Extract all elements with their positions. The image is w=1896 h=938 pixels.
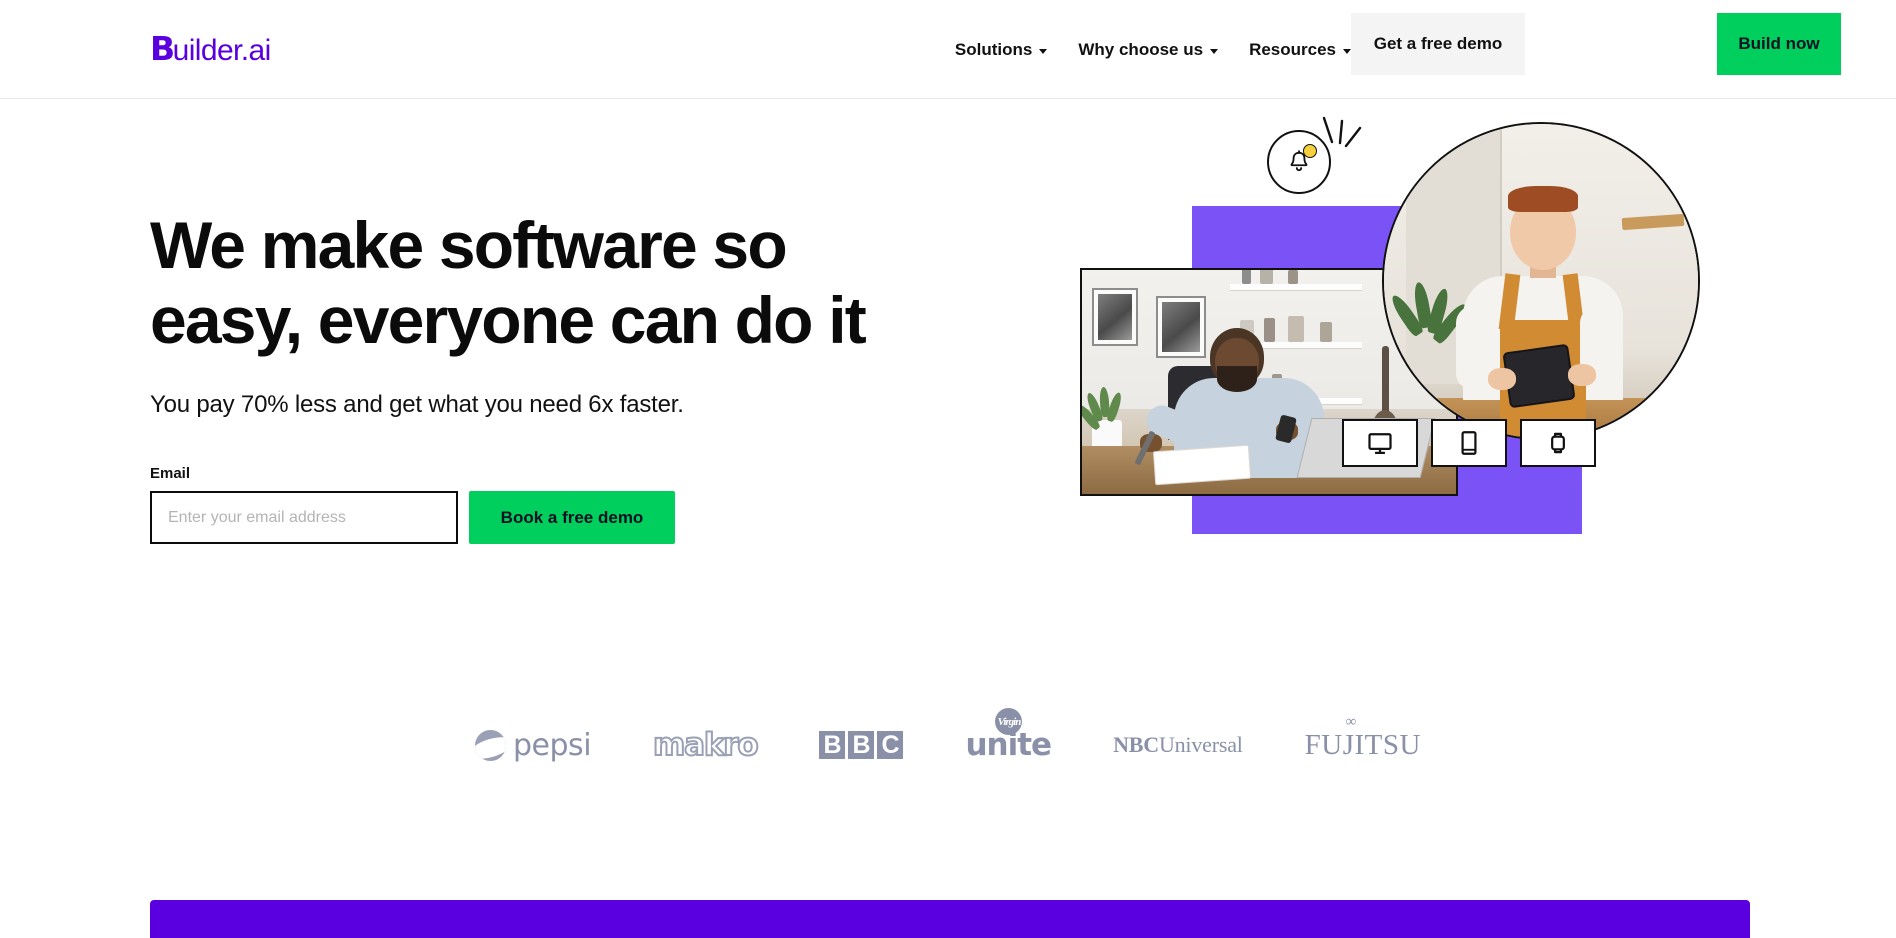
logo-letter: B: [819, 731, 846, 759]
notification-dot: [1303, 144, 1317, 158]
photo-woman-with-tablet: [1382, 122, 1700, 440]
smartwatch-icon: [1551, 432, 1565, 454]
nav-item-solutions[interactable]: Solutions: [954, 39, 1048, 60]
nav-item-label: Solutions: [954, 39, 1033, 59]
hero-copy: We make software so easy, everyone can d…: [150, 208, 950, 544]
desktop-monitor-icon: [1368, 433, 1392, 455]
hero-subheadline: You pay 70% less and get what you need 6…: [150, 391, 684, 418]
builder-ai-logo[interactable]: B uilder.ai: [150, 32, 271, 66]
device-tile-desktop[interactable]: [1342, 419, 1418, 467]
chevron-down-icon: [1210, 49, 1219, 54]
nav-item-label: Resources: [1249, 39, 1336, 59]
logo-label: Universal: [1158, 732, 1243, 757]
email-input[interactable]: [150, 491, 458, 544]
headline-line-2: easy, everyone can do it: [150, 283, 867, 357]
nav-item-why-choose-us[interactable]: Why choose us: [1078, 39, 1219, 60]
logo-bbc: B B C: [819, 715, 904, 775]
email-signup-form: Book a free demo: [150, 491, 950, 544]
logo-wordmark: uilder.ai: [172, 34, 272, 67]
headline-line-1: We make software so: [150, 208, 788, 282]
logo-makro: makro: [652, 715, 760, 775]
logo-label: FUJITSU: [1304, 728, 1421, 761]
page-title: We make software so easy, everyone can d…: [150, 208, 950, 358]
chevron-down-icon: [1343, 49, 1351, 54]
logo-fujitsu: ∞ FUJITSU: [1304, 713, 1421, 775]
nav-item-resources[interactable]: Resources: [1249, 40, 1351, 60]
build-now-button[interactable]: Build now: [1717, 13, 1841, 75]
email-field-label: Email: [150, 465, 191, 482]
fujitsu-infinity-icon: ∞: [1345, 713, 1357, 730]
logo-label: pepsi: [513, 727, 592, 763]
nav-item-label: Why choose us: [1078, 39, 1204, 59]
logo-label-bold: NBC: [1113, 732, 1159, 757]
device-tile-smartwatch[interactable]: [1520, 419, 1596, 467]
logo-letter: B: [848, 731, 875, 759]
tablet-icon: [1461, 431, 1477, 455]
logo-nbcuniversal: NBCUniversal: [1113, 715, 1243, 775]
pepsi-globe-icon: [475, 729, 507, 761]
logo-mark: B: [150, 29, 175, 68]
badge-rays-icon: [1322, 116, 1362, 148]
hero-illustration: [1080, 116, 1780, 600]
device-tile-tablet[interactable]: [1431, 419, 1507, 467]
logo-label: makro: [652, 726, 760, 764]
site-header: B uilder.ai Solutions Why choose us Reso…: [0, 0, 1896, 99]
logo-pepsi: pepsi: [475, 715, 592, 775]
get-a-free-demo-button[interactable]: Get a free demo: [1351, 13, 1525, 75]
device-tiles: [1342, 419, 1596, 467]
book-a-free-demo-button[interactable]: Book a free demo: [469, 491, 675, 544]
chevron-down-icon: [1039, 49, 1048, 54]
main-navigation: Solutions Why choose us Resources: [955, 0, 1351, 99]
logo-virgin-unite: Virgin unite: [965, 708, 1052, 775]
logo-letter: C: [877, 731, 904, 759]
bottom-purple-section: [150, 900, 1750, 938]
client-logo-strip: pepsi makro B B C Virgin unite NBCUniver…: [150, 700, 1746, 790]
